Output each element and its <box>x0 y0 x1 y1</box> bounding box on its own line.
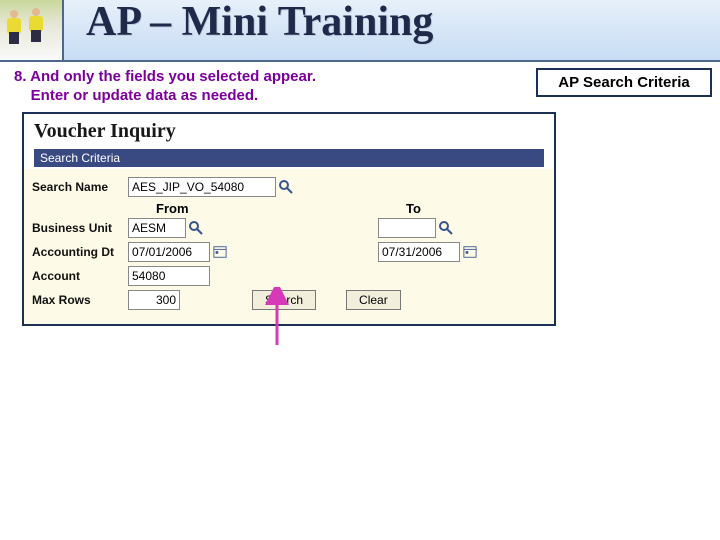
app-screenshot: Voucher Inquiry Search Criteria Search N… <box>22 112 556 326</box>
label-accounting-dt: Accounting Dt <box>32 245 128 259</box>
bu-to-input[interactable] <box>378 218 436 238</box>
skier-thumbnail <box>0 0 64 60</box>
calendar-icon[interactable] <box>212 244 228 260</box>
max-rows-input[interactable] <box>128 290 180 310</box>
lookup-icon[interactable] <box>438 220 454 236</box>
account-input[interactable] <box>128 266 210 286</box>
search-name-input[interactable] <box>128 177 276 197</box>
lookup-icon[interactable] <box>188 220 204 236</box>
label-account: Account <box>32 269 128 283</box>
label-business-unit: Business Unit <box>32 221 128 235</box>
slide-header: AP – Mini Training <box>0 0 720 62</box>
calendar-icon[interactable] <box>462 244 478 260</box>
dt-to-input[interactable] <box>378 242 460 262</box>
bu-from-input[interactable] <box>128 218 186 238</box>
lookup-icon[interactable] <box>278 179 294 195</box>
dt-from-input[interactable] <box>128 242 210 262</box>
search-form: Search Name From To Business Unit <box>24 169 554 324</box>
search-button[interactable]: Search <box>252 290 316 310</box>
instruction-line-1: 8. And only the fields you selected appe… <box>14 68 316 85</box>
clear-button[interactable]: Clear <box>346 290 401 310</box>
slide-title: AP – Mini Training <box>86 0 433 46</box>
instruction-text: 8. And only the fields you selected appe… <box>14 68 434 106</box>
status-badge: AP Search Criteria <box>536 68 712 97</box>
section-header: Search Criteria <box>34 149 544 167</box>
slide-divider <box>0 60 720 62</box>
column-header-from: From <box>128 201 406 216</box>
label-max-rows: Max Rows <box>32 293 128 307</box>
column-header-to: To <box>406 201 506 216</box>
instruction-line-2: Enter or update data as needed. <box>31 87 259 104</box>
page-title: Voucher Inquiry <box>34 120 544 143</box>
label-search-name: Search Name <box>32 180 128 194</box>
